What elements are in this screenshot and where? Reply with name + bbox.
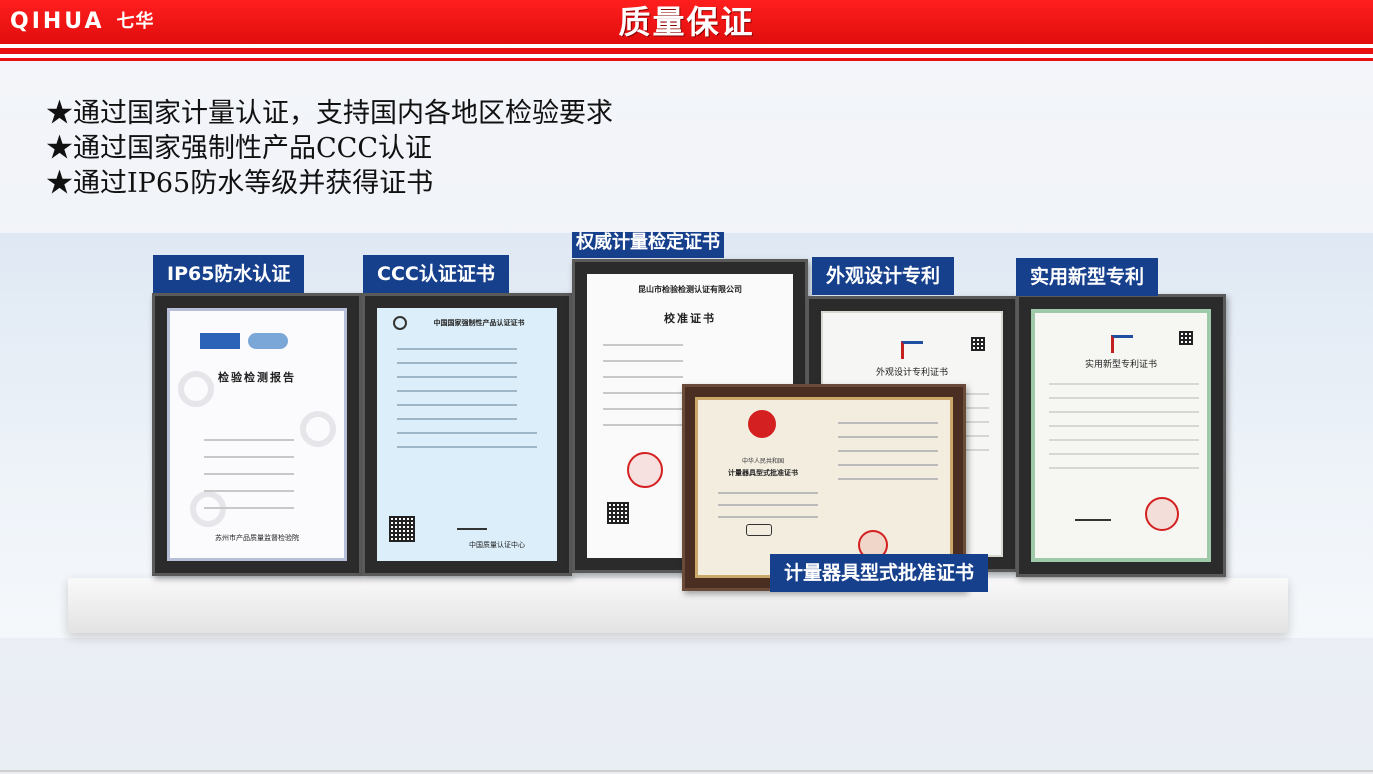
cnas-logo (248, 333, 288, 349)
feature-item: ★通过国家计量认证，支持国内各地区检验要求 (46, 98, 613, 129)
certificate-frame-utility-patent: 实用新型专利证书 (1016, 294, 1226, 577)
label-calibration: 权威计量检定证书 (572, 232, 724, 258)
certificate-frame-ip65: 检验检测报告 苏州市产品质量监督检验院 (152, 293, 362, 576)
label-type-approval: 计量器具型式批准证书 (770, 554, 989, 592)
label-ccc: CCC认证证书 (363, 255, 509, 293)
feature-item: ★通过国家强制性产品CCC认证 (46, 133, 432, 164)
header-divider (0, 58, 1373, 61)
patent-office-logo (1111, 335, 1133, 353)
qr-code-icon (971, 337, 985, 351)
feature-item: ★通过IP65防水等级并获得证书 (46, 168, 434, 199)
feature-list: ★通过国家计量认证，支持国内各地区检验要求 ★通过国家强制性产品CCC认证 ★通… (46, 96, 946, 201)
certificate-paper: 中华人民共和国 计量器具型式批准证书 (695, 397, 953, 578)
paper-title: 计量器具型式批准证书 (728, 469, 798, 477)
issuer-header: 中华人民共和国 (741, 458, 784, 465)
signature (457, 518, 487, 530)
paper-title: 实用新型专利证书 (1084, 360, 1157, 370)
national-emblem-icon (748, 410, 776, 438)
cpa-mark-icon (746, 524, 772, 536)
signature (1075, 509, 1111, 521)
certificate-paper: 实用新型专利证书 (1031, 309, 1211, 562)
official-seal-icon (1145, 497, 1179, 531)
official-seal-icon (627, 452, 663, 488)
paper-title: 校准证书 (664, 312, 716, 325)
certificate-frame-ccc: 中国国家强制性产品认证证书 中国质量认证中心 (362, 293, 572, 576)
footer-divider (0, 770, 1373, 772)
issuer-name: 苏州市产品质量监督检验院 (215, 534, 299, 542)
label-design-patent: 外观设计专利 (812, 257, 955, 295)
qr-code-icon (389, 516, 415, 542)
qr-code-icon (1179, 331, 1193, 345)
page-title: 质量保证 (618, 3, 755, 41)
paper-title: 中国国家强制性产品认证证书 (433, 319, 525, 327)
label-utility-patent: 实用新型专利 (1016, 258, 1159, 296)
issuer-header: 昆山市检验检测认证有限公司 (638, 285, 742, 294)
szzj-logo (200, 333, 240, 349)
issuer-name: 中国质量认证中心 (469, 541, 525, 549)
patent-office-logo (901, 341, 923, 359)
display-shelf (68, 578, 1288, 633)
paper-title: 检验检测报告 (218, 371, 296, 384)
label-ip65: IP65防水认证 (153, 255, 305, 293)
paper-title: 外观设计专利证书 (875, 368, 948, 378)
certificate-paper: 检验检测报告 苏州市产品质量监督检验院 (167, 308, 347, 561)
qr-code-icon (607, 502, 629, 524)
certificate-paper: 中国国家强制性产品认证证书 中国质量认证中心 (377, 308, 557, 561)
